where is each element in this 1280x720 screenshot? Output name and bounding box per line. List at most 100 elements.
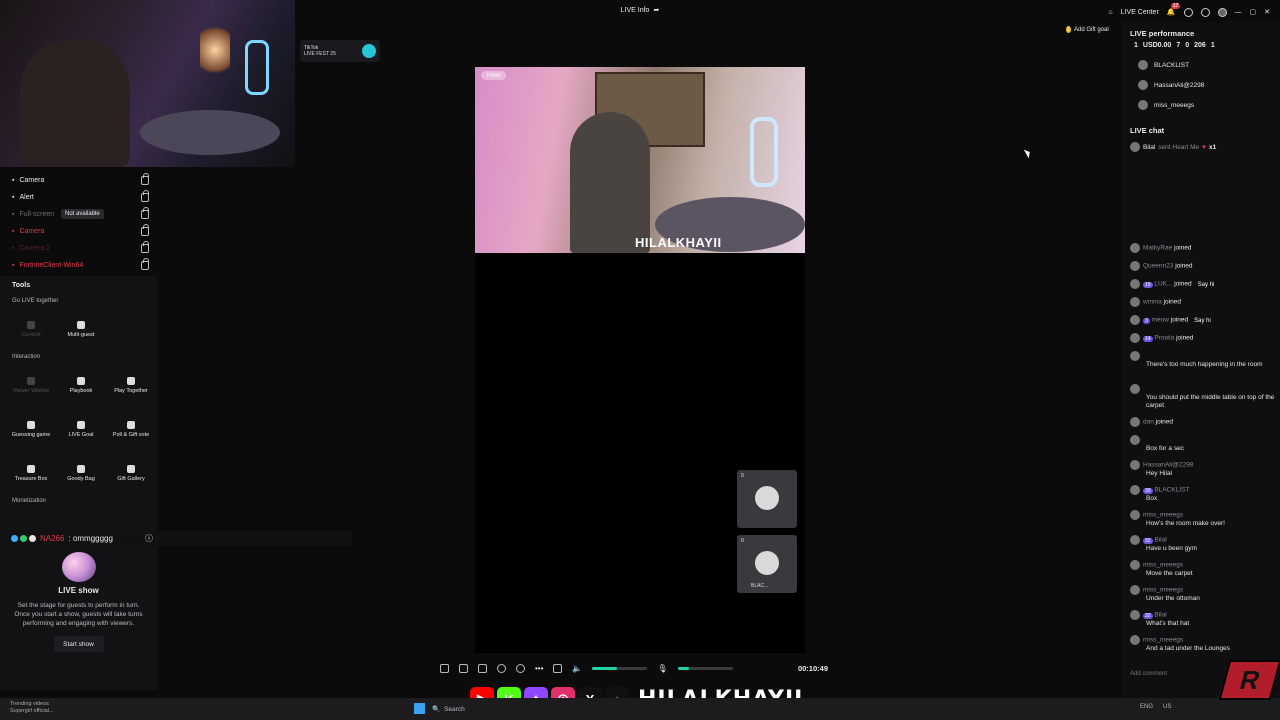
source-item[interactable]: ▪ Camera 2 (0, 240, 157, 257)
tool-button[interactable]: Co-host (6, 307, 56, 351)
chat-message[interactable]: wmina joined (1130, 297, 1275, 307)
chat-message[interactable]: 39 BLACKLIST Box (1130, 485, 1275, 503)
home-icon[interactable]: ⌂ (1108, 9, 1112, 16)
tool-icon (77, 464, 85, 473)
chat-message[interactable]: 32 Bilal Have u been gym (1130, 535, 1275, 553)
say-hi-button[interactable]: Say hi (1194, 318, 1211, 324)
chat-text: joined (1175, 262, 1193, 270)
chat-message[interactable]: Queenn23 joined (1130, 261, 1275, 271)
settings-sliders-icon[interactable] (553, 663, 563, 673)
live-info-header[interactable]: LIVE Info ➦ (600, 6, 680, 15)
source-item[interactable]: ▪ Alert (0, 189, 157, 206)
minimize-icon[interactable]: — (1235, 9, 1242, 16)
search-label: Search (444, 705, 465, 713)
chat-message[interactable]: 14 Prowla joined (1130, 333, 1275, 343)
trending-widget[interactable]: Trending videos Supergirl official... (10, 701, 54, 715)
say-hi-button[interactable]: Say hi (1198, 282, 1215, 288)
tool-button[interactable]: Poll & Gift vote (106, 407, 156, 451)
lock-icon[interactable] (141, 207, 149, 219)
source-item[interactable]: ▪ FortniteClient-Win64 (0, 257, 157, 274)
live-center-link[interactable]: LIVE Center (1121, 9, 1159, 16)
lang-indicator[interactable]: ENG (1140, 704, 1153, 710)
interaction-heading: Interaction (12, 354, 41, 360)
stream-timer: 00:10:49 (797, 663, 828, 673)
level-badge: 32 (1143, 537, 1153, 544)
tool-button[interactable]: Multi-guest (56, 307, 106, 351)
tool-icon (27, 320, 35, 329)
add-gift-goal-button[interactable]: Add Gift goal (1066, 26, 1116, 33)
share-icon[interactable]: ➦ (653, 6, 659, 14)
chat-message[interactable]: HassanAli@2298 Hey Hilal (1130, 460, 1275, 478)
mic-icon[interactable]: 🎙 (657, 664, 667, 673)
ranking-row[interactable]: BLACKLIST (1122, 55, 1280, 75)
record-icon[interactable] (497, 663, 506, 673)
windows-start-icon[interactable] (414, 703, 425, 714)
go-live-together-heading: Go LIVE together (12, 298, 59, 304)
chat-message[interactable]: 3 meow joined Say hi (1130, 315, 1275, 325)
tool-icon (27, 376, 35, 385)
chat-message[interactable]: MatkyRae joined (1130, 243, 1275, 253)
effects-icon[interactable] (516, 663, 525, 673)
mic-slider[interactable] (677, 666, 733, 670)
level-badge: 19 (1143, 281, 1153, 288)
lock-icon[interactable] (141, 173, 149, 185)
chat-user: miss_meeegs (1143, 561, 1184, 569)
guest-slot[interactable]: 0 BLAC... (737, 535, 797, 593)
tool-button[interactable]: Goody Bag (56, 451, 106, 495)
layout-icon[interactable] (459, 663, 468, 673)
speaker-icon[interactable]: 🔈 (572, 664, 582, 673)
chat-user: miss_meeegs (1143, 636, 1184, 644)
tool-button[interactable]: Gift Gallery (106, 451, 156, 495)
host-camera-feed: Host HILALKHAYII (475, 67, 805, 253)
chat-text: What's that hat (1146, 620, 1190, 627)
taskbar-search[interactable]: 🔍 Search (432, 702, 482, 716)
tool-button[interactable]: LIVE Goal (56, 407, 106, 451)
tool-button[interactable]: Play Together (106, 363, 156, 407)
magic-icon[interactable] (440, 663, 449, 673)
close-icon[interactable]: ✕ (1264, 8, 1270, 16)
chat-message[interactable]: There's too much happening in the room (1130, 351, 1275, 369)
ranking-row[interactable]: miss_meeegs (1122, 95, 1280, 115)
chat-user: miss_meeegs (1143, 586, 1184, 594)
help-icon[interactable] (1183, 7, 1193, 17)
notifications-icon[interactable]: 🔔 17 (1167, 3, 1181, 16)
maximize-icon[interactable]: ▢ (1250, 8, 1257, 16)
lock-icon[interactable] (141, 190, 149, 202)
tool-button[interactable]: Guessing game (6, 407, 56, 451)
avatar (1138, 100, 1148, 110)
chat-message[interactable]: You should put the middle table on top o… (1130, 384, 1275, 410)
more-icon[interactable]: ••• (535, 664, 543, 673)
tool-button[interactable]: Playbook (56, 363, 106, 407)
tool-button[interactable]: Viewer Wishes (6, 363, 56, 407)
ranking-row[interactable]: HassanAli@2298 (1122, 75, 1280, 95)
lock-icon[interactable] (141, 258, 149, 270)
chat-message[interactable]: Box for a sec (1130, 435, 1275, 453)
chat-message[interactable]: dan joined (1130, 417, 1275, 427)
gifter-ranking: BLACKLIST HassanAli@2298 miss_meeegs (1122, 55, 1280, 115)
chat-message[interactable]: 32 Bilal What's that hat (1130, 610, 1275, 628)
gear-icon[interactable] (1200, 7, 1210, 17)
lock-icon[interactable] (141, 241, 149, 253)
tool-icon (77, 420, 85, 429)
start-show-button[interactable]: Start show (53, 636, 104, 652)
chat-message[interactable]: miss_meeegs Under the ottoman (1130, 585, 1275, 603)
chat-message[interactable]: miss_meeegs Move the carpet (1130, 560, 1275, 578)
avatar (1130, 261, 1140, 271)
region-indicator[interactable]: US (1163, 704, 1171, 710)
screen-icon[interactable] (478, 663, 487, 673)
volume-slider[interactable] (592, 666, 648, 670)
chat-message[interactable]: 19 LUK... joined Say hi (1130, 279, 1275, 289)
info-icon[interactable]: ⓘ (145, 533, 153, 544)
tool-button[interactable]: Treasure Box (6, 451, 56, 495)
source-item[interactable]: ▪ Camera (0, 223, 157, 240)
source-item[interactable]: ▪ Camera (0, 172, 157, 189)
camera-icon: ▪ (12, 228, 15, 235)
chat-text: joined (1174, 280, 1192, 288)
chat-message[interactable]: miss_meeegs How's the room make over! (1130, 510, 1275, 528)
avatar (1130, 610, 1140, 620)
add-comment-input[interactable]: Add comment (1126, 668, 1236, 682)
chat-message[interactable]: miss_meeegs And a tad under the Lounges (1130, 635, 1275, 653)
avatar[interactable] (1217, 7, 1227, 17)
lock-icon[interactable] (141, 224, 149, 236)
guest-slot[interactable]: 0 (737, 470, 797, 528)
